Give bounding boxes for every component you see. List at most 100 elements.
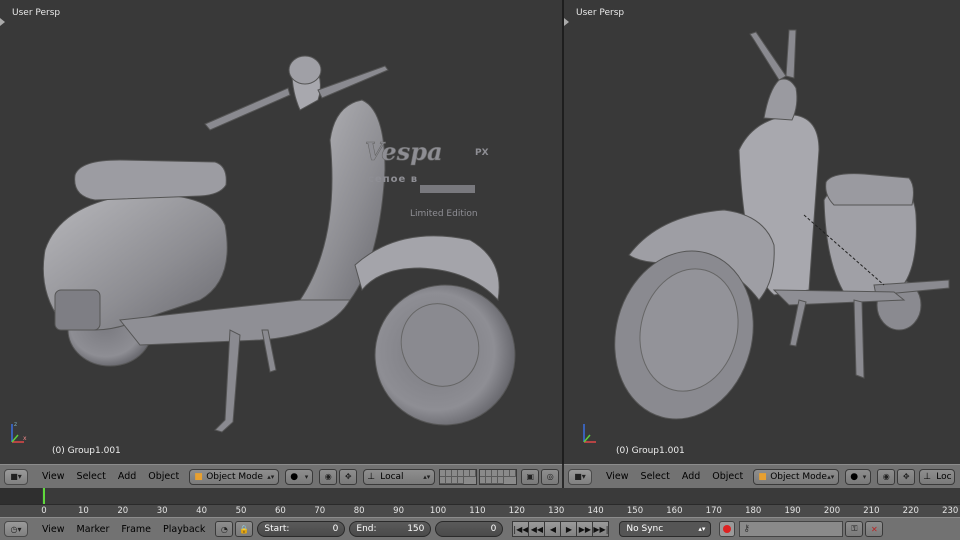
next-keyframe-icon: ▶▶ (578, 524, 592, 534)
clock-icon: ◷▾ (10, 524, 22, 534)
timeline-ruler[interactable]: 0 10 20 30 40 50 60 70 80 90 100 110 120 130 140 150 160… (0, 504, 960, 517)
timeline[interactable]: 0 10 20 30 40 50 60 70 80 90 100 110 120 130 140 150 160… (0, 488, 960, 517)
cube-icon: ■▾ (574, 472, 586, 481)
current-frame-field[interactable]: 0 (435, 521, 504, 537)
timeline-header: ◷▾ View Marker Frame Playback ◔ 🔒 Start:… (0, 517, 960, 540)
manipulator-toggle[interactable]: ✥ (339, 468, 358, 485)
start-frame-field[interactable]: Start: 0 (257, 521, 346, 537)
viewport-shading-dropdown[interactable]: ● ▾ (285, 468, 314, 485)
object-mode-icon: ■ (758, 471, 767, 482)
layer-buttons-1[interactable] (439, 468, 478, 485)
menu-select[interactable]: Select (641, 471, 670, 482)
editor-type-button[interactable]: ■▾ (4, 468, 28, 485)
menu-view[interactable]: View (606, 471, 629, 482)
delete-keyframe-button[interactable]: ✕ (865, 521, 884, 537)
timeline-tick-label: 110 (469, 506, 486, 516)
jump-end-button[interactable]: ▶▶| (592, 521, 610, 537)
viewport-left[interactable]: User Persp Vespa PX сепое в Limited Edit… (0, 0, 562, 464)
timeline-tick-label: 130 (548, 506, 565, 516)
mode-dropdown[interactable]: ■ Object Mode ▴▾ (189, 468, 280, 485)
solid-shading-icon: ● (850, 471, 859, 482)
menu-add[interactable]: Add (118, 471, 136, 482)
clock-small-icon: ◔ (220, 524, 228, 534)
prev-keyframe-button[interactable]: ◀◀ (528, 521, 546, 537)
jump-end-icon: ▶▶| (593, 524, 609, 534)
menu-object[interactable]: Object (712, 471, 743, 482)
record-button[interactable] (719, 521, 736, 537)
brand-suffix: PX (475, 148, 489, 158)
timeline-tick-label: 190 (784, 506, 801, 516)
menu-view[interactable]: View (42, 471, 65, 482)
timeline-tick-label: 50 (235, 506, 247, 516)
viewport-right[interactable]: User Persp (0) Group1.001 (564, 0, 960, 464)
next-keyframe-button[interactable]: ▶▶ (576, 521, 594, 537)
object-info: (0) Group1.001 (52, 446, 121, 456)
layer-buttons-2[interactable] (479, 468, 518, 485)
menu-marker[interactable]: Marker (77, 524, 110, 535)
viewport-shading-dropdown[interactable]: ● ▾ (845, 468, 872, 485)
prev-keyframe-icon: ◀◀ (530, 524, 544, 534)
orientation-icon: ⊥ (923, 471, 932, 482)
lock-icon: ▣ (526, 472, 534, 481)
play-reverse-button[interactable]: ◀ (544, 521, 562, 537)
timeline-track[interactable] (0, 488, 960, 504)
end-frame-field[interactable]: End: 150 (349, 521, 432, 537)
lock-camera-button[interactable]: ▣ (521, 468, 540, 485)
timeline-tick-label: 20 (117, 506, 129, 516)
pivot-point-button[interactable]: ◉ (319, 468, 338, 485)
menu-object[interactable]: Object (148, 471, 179, 482)
solid-shading-icon: ● (290, 471, 299, 482)
preview-range-toggle[interactable]: ◔ (215, 521, 234, 537)
mode-dropdown[interactable]: ■ Object Mode ▴▾ (753, 468, 840, 485)
play-button[interactable]: ▶ (560, 521, 578, 537)
record-icon (723, 525, 732, 533)
orientation-icon: ⊥ (367, 471, 376, 482)
axis-gizmo-icon (583, 424, 596, 443)
brand-logo-text: Vespa (365, 137, 443, 166)
timeline-tick-label: 220 (902, 506, 919, 516)
orientation-dropdown[interactable]: ⊥ Local ▴▾ (363, 468, 436, 485)
object-mode-icon: ■ (194, 471, 203, 482)
timeline-tick-label: 90 (393, 506, 405, 516)
timeline-tick-label: 140 (587, 506, 604, 516)
render-button[interactable]: ◎ (541, 468, 560, 485)
menu-add[interactable]: Add (682, 471, 700, 482)
timeline-tick-label: 60 (274, 506, 286, 516)
manipulator-icon: ✥ (344, 472, 352, 481)
keying-set-field[interactable]: ⚷ (739, 521, 844, 537)
lock-range-toggle[interactable]: 🔒 (235, 521, 254, 537)
sync-dropdown[interactable]: No Sync ▴▾ (619, 521, 712, 537)
editor-type-button[interactable]: ■▾ (568, 468, 592, 485)
pivot-icon: ◉ (882, 472, 890, 481)
timeline-tick-label: 10 (77, 506, 89, 516)
timeline-tick-label: 160 (666, 506, 683, 516)
timeline-tick-label: 70 (314, 506, 326, 516)
menu-view[interactable]: View (42, 524, 65, 535)
manipulator-toggle[interactable]: ✥ (897, 468, 916, 485)
insert-keyframe-button[interactable]: ⚿ (845, 521, 864, 537)
svg-text:x: x (23, 435, 27, 442)
orientation-dropdown[interactable]: ⊥ Loc (919, 468, 956, 485)
playhead[interactable] (43, 488, 45, 504)
manipulator-icon: ✥ (902, 472, 910, 481)
cube-icon: ■▾ (10, 472, 22, 481)
menu-frame[interactable]: Frame (121, 524, 151, 535)
viewport-header-right: ■▾ View Select Add Object ■ Object Mode ▴… (564, 464, 960, 488)
viewport-header-left: ■▾ View Select Add Object ■ Object Mode ▴… (0, 464, 562, 488)
pivot-point-button[interactable]: ◉ (877, 468, 896, 485)
key-insert-icon: ⚿ (851, 524, 858, 533)
menu-playback[interactable]: Playback (163, 524, 205, 535)
svg-text:z: z (14, 421, 17, 428)
editor-type-button[interactable]: ◷▾ (4, 521, 28, 537)
lock-icon: 🔒 (239, 524, 250, 534)
key-delete-icon: ✕ (871, 524, 878, 534)
badge-line-2: сепое в (368, 174, 418, 185)
jump-start-icon: |◀◀ (513, 524, 529, 534)
scooter-model-front-view (614, 29, 950, 420)
play-reverse-icon: ◀ (549, 524, 556, 534)
play-icon: ▶ (565, 524, 572, 534)
playback-controls: |◀◀ ◀◀ ◀ ▶ ▶▶ ▶▶| (512, 521, 610, 537)
jump-start-button[interactable]: |◀◀ (512, 521, 530, 537)
scooter-model-side-view: Vespa PX сепое в Limited Edition (42, 55, 516, 433)
menu-select[interactable]: Select (77, 471, 106, 482)
